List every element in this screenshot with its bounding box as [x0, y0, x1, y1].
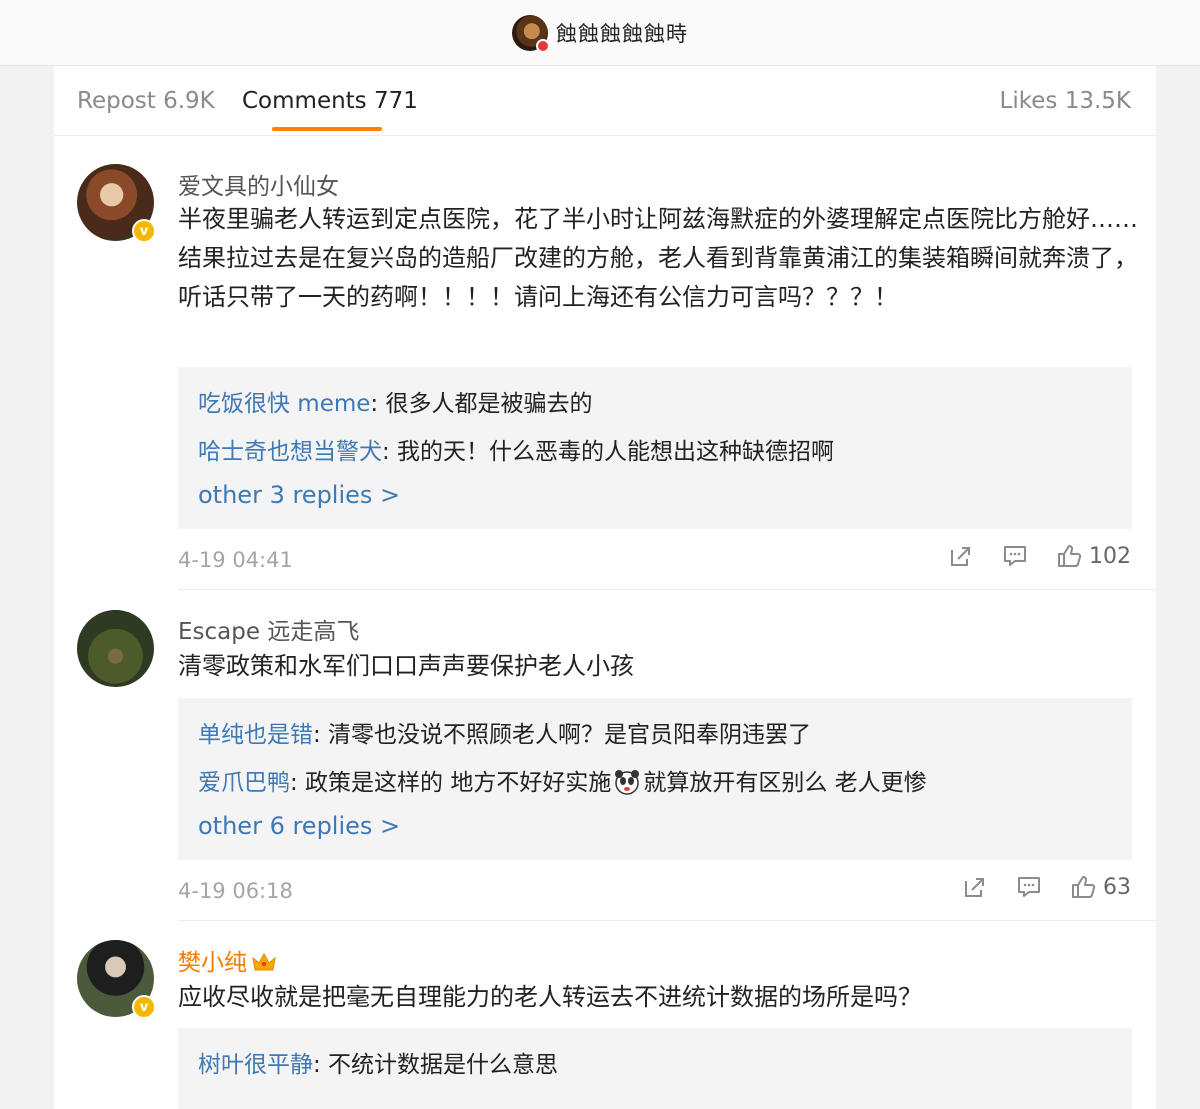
reply-text-continued: 就算放开有区别么 老人更惨: [643, 770, 927, 796]
avatar[interactable]: v: [77, 164, 156, 243]
share-icon[interactable]: [961, 873, 989, 901]
divider: [178, 920, 1156, 921]
divider: [178, 589, 1156, 590]
red-badge-icon: [536, 38, 550, 53]
top-bar: 蝕蝕蝕蝕蝕時: [0, 0, 1200, 66]
comment-text: 应收尽收就是把毫无自理能力的老人转运去不进统计数据的场所是吗？: [178, 983, 922, 1011]
active-tab-indicator: [272, 127, 382, 131]
header-username[interactable]: 蝕蝕蝕蝕蝕時: [556, 18, 688, 48]
reply-username[interactable]: 单纯也是错: [198, 722, 313, 748]
reply-box: 树叶很平静: 不统计数据是什么意思: [178, 1028, 1132, 1109]
comment-icon[interactable]: [1001, 542, 1029, 570]
comment-icon[interactable]: [1015, 873, 1043, 901]
vip-username[interactable]: 樊小纯: [178, 950, 247, 976]
reply-username[interactable]: 树叶很平静: [198, 1052, 313, 1078]
avatar[interactable]: v: [77, 940, 156, 1019]
more-replies-link[interactable]: other 6 replies >: [198, 812, 400, 840]
reply-box: 单纯也是错: 清零也没说不照顾老人啊？是官员阳奉阴违罢了 爱爪巴鸭: 政策是这样…: [178, 698, 1132, 860]
reply-text: : 不统计数据是什么意思: [313, 1052, 559, 1078]
comment-text: 半夜里骗老人转运到定点医院，花了半小时让阿兹海默症的外婆理解定点医院比方舱好………: [178, 205, 1138, 311]
reply-item: 哈士奇也想当警犬: 我的天！什么恶毒的人能想出这种缺德招啊: [198, 432, 834, 466]
tab-likes[interactable]: Likes 13.5K: [1000, 88, 1131, 114]
reply-item: 吃饭很快 meme: 很多人都是被骗去的: [198, 384, 592, 418]
comment-text: 清零政策和水军们口口声声要保护老人小孩: [178, 652, 634, 680]
comment-username[interactable]: Escape 远走高飞: [178, 612, 359, 646]
tab-comments[interactable]: Comments 771: [242, 88, 418, 114]
avatar[interactable]: [77, 610, 154, 687]
comment-timestamp: 4-19 04:41: [178, 548, 293, 572]
like-icon[interactable]: [1055, 542, 1083, 570]
header-avatar[interactable]: [512, 14, 550, 53]
reply-item: 爱爪巴鸭: 政策是这样的 地方不好好实施 就算放开有区别么 老人更惨: [198, 763, 927, 797]
like-count: 63: [1103, 874, 1131, 900]
tab-repost[interactable]: Repost 6.9K: [77, 88, 215, 114]
like-icon[interactable]: [1069, 873, 1097, 901]
reply-username[interactable]: 吃饭很快 meme: [198, 391, 370, 417]
comment-timestamp: 4-19 06:18: [178, 879, 293, 903]
crown-icon: [252, 952, 276, 971]
comments-card: Repost 6.9K Comments 771 Likes 13.5K v 爱…: [54, 66, 1156, 1109]
reply-text: : 我的天！什么恶毒的人能想出这种缺德招啊: [382, 439, 835, 465]
like-count: 102: [1089, 543, 1131, 569]
verified-badge-icon: v: [132, 995, 156, 1019]
reply-username[interactable]: 哈士奇也想当警犬: [198, 439, 382, 465]
reply-item: 单纯也是错: 清零也没说不照顾老人啊？是官员阳奉阴违罢了: [198, 715, 811, 749]
verified-badge-icon: v: [132, 219, 156, 243]
comment-username[interactable]: 爱文具的小仙女: [178, 167, 339, 201]
comment-actions: 102: [921, 542, 1131, 570]
panda-emoji-icon: [615, 770, 640, 795]
share-icon[interactable]: [947, 542, 975, 570]
tab-bar: Repost 6.9K Comments 771 Likes 13.5K: [54, 66, 1156, 136]
reply-text: : 政策是这样的 地方不好好实施: [290, 770, 612, 796]
comment-username[interactable]: 樊小纯: [178, 943, 277, 977]
reply-box: 吃饭很快 meme: 很多人都是被骗去的 哈士奇也想当警犬: 我的天！什么恶毒的…: [178, 367, 1132, 529]
reply-username[interactable]: 爱爪巴鸭: [198, 770, 290, 796]
reply-text: : 清零也没说不照顾老人啊？是官员阳奉阴违罢了: [313, 722, 812, 748]
comment-actions: 63: [935, 873, 1131, 901]
reply-text: : 很多人都是被骗去的: [370, 391, 593, 417]
reply-item: 树叶很平静: 不统计数据是什么意思: [198, 1045, 558, 1079]
more-replies-link[interactable]: other 3 replies >: [198, 481, 400, 509]
